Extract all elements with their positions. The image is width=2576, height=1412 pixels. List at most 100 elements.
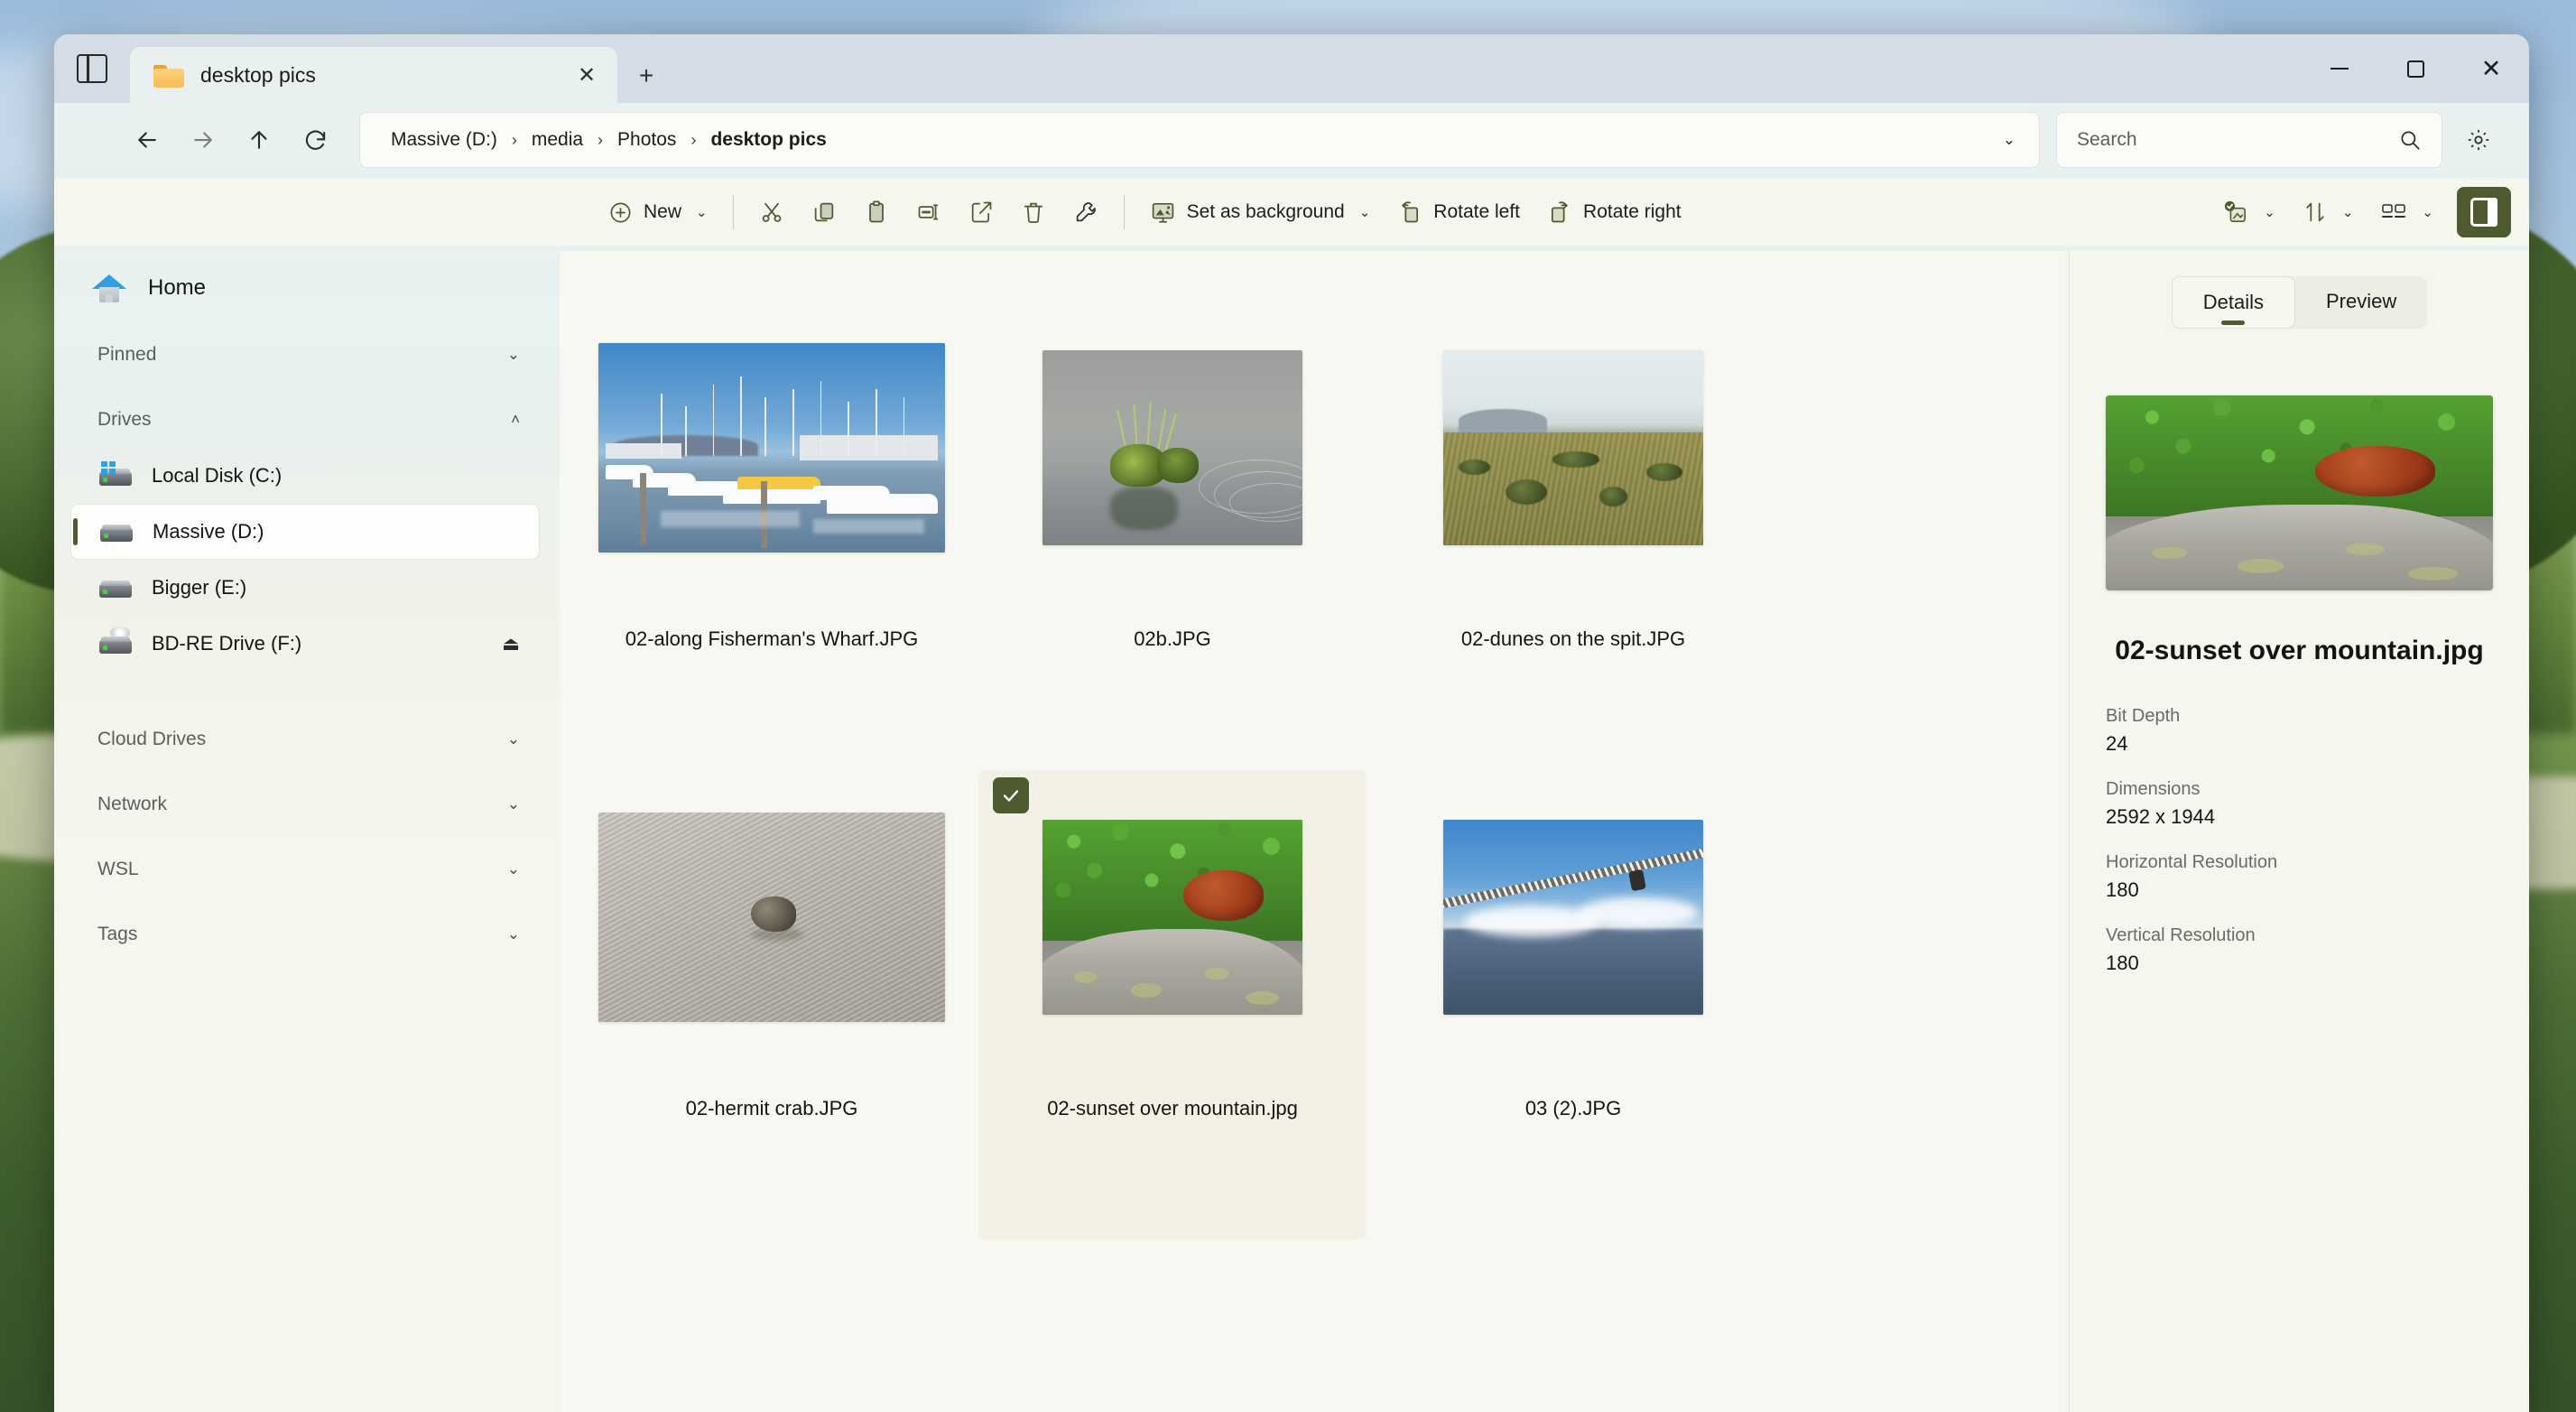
cut-button[interactable]	[746, 186, 797, 238]
breadcrumb-item-2[interactable]: Photos	[608, 124, 685, 156]
minimize-button[interactable]	[2302, 34, 2377, 103]
search-box[interactable]	[2056, 112, 2442, 168]
breadcrumb-item-3[interactable]: desktop pics	[701, 124, 835, 156]
window-body: Home Pinned ⌄ Drives ˄ Local Disk (C:)	[54, 251, 2529, 1412]
sidebar-item-home[interactable]: Home	[70, 258, 540, 318]
titlebar: desktop pics ✕ + ✕	[54, 34, 2529, 103]
new-button[interactable]: New ⌄	[596, 186, 720, 238]
sidebar-item-label: Local Disk (C:)	[152, 464, 520, 488]
chevron-down-icon[interactable]: ⌄	[1988, 131, 2030, 149]
file-name: 02-along Fisherman's Wharf.JPG	[618, 627, 926, 651]
file-list-pane[interactable]: 02-along Fisherman's Wharf.JPG	[560, 251, 2063, 1412]
set-as-background-button[interactable]: Set as background ⌄	[1137, 186, 1384, 238]
file-thumbnail	[598, 813, 945, 1022]
property-row: Horizontal Resolution 180	[2106, 852, 2493, 902]
refresh-button[interactable]	[287, 112, 343, 168]
file-item[interactable]: 03 (2).JPG	[1379, 770, 1767, 1240]
home-icon	[92, 273, 126, 303]
chevron-down-icon: ⌄	[507, 346, 520, 364]
tab-layout-button[interactable]	[54, 34, 130, 103]
address-bar[interactable]: Massive (D:) › media › Photos › desktop …	[359, 112, 2040, 168]
tab-preview[interactable]: Preview	[2295, 276, 2427, 329]
breadcrumb-separator-1: ›	[594, 131, 607, 150]
breadcrumb-separator-0: ›	[508, 131, 521, 150]
settings-button[interactable]	[2451, 113, 2506, 167]
sidebar-group-pinned[interactable]: Pinned ⌄	[70, 327, 540, 383]
sidebar-group-network[interactable]: Network ⌄	[70, 776, 540, 832]
close-button[interactable]: ✕	[2453, 34, 2529, 103]
breadcrumb-item-0[interactable]: Massive (D:)	[382, 124, 506, 156]
arrow-right-icon	[190, 126, 217, 153]
breadcrumb-separator-2: ›	[687, 131, 700, 150]
sidebar-item-bigger-e[interactable]: Bigger (E:)	[70, 560, 540, 616]
select-menu-button[interactable]: ⌄	[2210, 186, 2288, 238]
new-tab-button[interactable]: +	[626, 56, 666, 96]
file-thumbnail	[1443, 820, 1703, 1015]
sidebar-item-bd-re-drive-f[interactable]: BD-RE Drive (F:) ⏏	[70, 616, 540, 672]
view-layout-icon	[2380, 200, 2407, 224]
maximize-icon	[2407, 60, 2424, 78]
property-value: 180	[2106, 952, 2493, 975]
maximize-button[interactable]	[2377, 34, 2453, 103]
file-explorer-window: desktop pics ✕ + ✕	[54, 34, 2529, 1412]
details-pane: Details Preview 02-sunset over mountain.…	[2069, 251, 2529, 1412]
rotate-right-button[interactable]: Rotate right	[1534, 186, 1694, 238]
file-item[interactable]: 02-along Fisherman's Wharf.JPG	[578, 301, 966, 770]
rotate-left-icon	[1397, 200, 1422, 225]
sort-menu-button[interactable]: ⌄	[2290, 186, 2367, 238]
breadcrumb-item-1[interactable]: media	[523, 124, 592, 156]
sidebar-group-cloud-drives[interactable]: Cloud Drives ⌄	[70, 711, 540, 767]
toolbar-divider	[733, 195, 734, 229]
search-icon	[2398, 128, 2422, 152]
set-as-background-label: Set as background	[1187, 201, 1345, 223]
chevron-down-icon: ⌄	[1359, 204, 1371, 220]
sidebar-item-massive-d[interactable]: Massive (D:)	[70, 504, 540, 560]
thumbnail-wrap	[978, 786, 1367, 1048]
toolbar-divider	[1124, 195, 1125, 229]
sidebar-group-label: Network	[97, 794, 507, 815]
tab-details[interactable]: Details	[2172, 276, 2295, 329]
search-input[interactable]	[2077, 129, 2398, 151]
trash-icon	[1021, 200, 1046, 225]
property-key: Dimensions	[2106, 779, 2493, 800]
sidebar-group-wsl[interactable]: WSL ⌄	[70, 841, 540, 897]
edit-button[interactable]	[1061, 186, 1111, 238]
thumbnail-wrap	[978, 317, 1367, 579]
sidebar-item-local-disk-c[interactable]: Local Disk (C:)	[70, 448, 540, 504]
forward-button[interactable]	[175, 112, 231, 168]
details-preview-image	[2106, 395, 2493, 590]
disk-windows-icon	[99, 464, 132, 488]
details-pane-toggle[interactable]	[2457, 187, 2511, 237]
sidebar-group-tags[interactable]: Tags ⌄	[70, 906, 540, 962]
rotate-left-button[interactable]: Rotate left	[1385, 186, 1533, 238]
rename-button[interactable]	[903, 186, 954, 238]
command-toolbar: New ⌄	[54, 179, 2529, 246]
file-item[interactable]: 02-dunes on the spit.JPG	[1379, 301, 1767, 770]
chevron-down-icon: ⌄	[507, 925, 520, 943]
thumbnail-wrap	[1379, 786, 1767, 1048]
file-grid: 02-along Fisherman's Wharf.JPG	[560, 251, 2063, 1240]
file-item[interactable]: 02b.JPG	[978, 301, 1367, 770]
share-button[interactable]	[956, 186, 1006, 238]
sidebar-item-label: BD-RE Drive (F:)	[152, 632, 482, 655]
copy-button[interactable]	[799, 186, 849, 238]
tab-desktop-pics[interactable]: desktop pics ✕	[130, 47, 617, 103]
rotate-left-label: Rotate left	[1433, 201, 1520, 223]
chevron-down-icon: ⌄	[507, 730, 520, 748]
up-button[interactable]	[231, 112, 287, 168]
eject-icon[interactable]: ⏏	[502, 633, 520, 655]
disk-icon	[100, 520, 133, 543]
view-menu-button[interactable]: ⌄	[2368, 186, 2446, 238]
delete-button[interactable]	[1008, 186, 1059, 238]
file-item-selected[interactable]: 02-sunset over mountain.jpg	[978, 770, 1367, 1240]
selection-checkbox[interactable]	[993, 777, 1029, 813]
sidebar-group-drives[interactable]: Drives ˄	[70, 392, 540, 448]
paste-button[interactable]	[851, 186, 902, 238]
tab-close-icon[interactable]: ✕	[567, 55, 607, 95]
disk-icon	[99, 576, 132, 599]
back-button[interactable]	[119, 112, 175, 168]
file-item[interactable]: 02-hermit crab.JPG	[578, 770, 966, 1240]
navigation-sidebar: Home Pinned ⌄ Drives ˄ Local Disk (C:)	[54, 251, 560, 1412]
paste-icon	[864, 200, 889, 225]
arrow-left-icon	[134, 126, 161, 153]
